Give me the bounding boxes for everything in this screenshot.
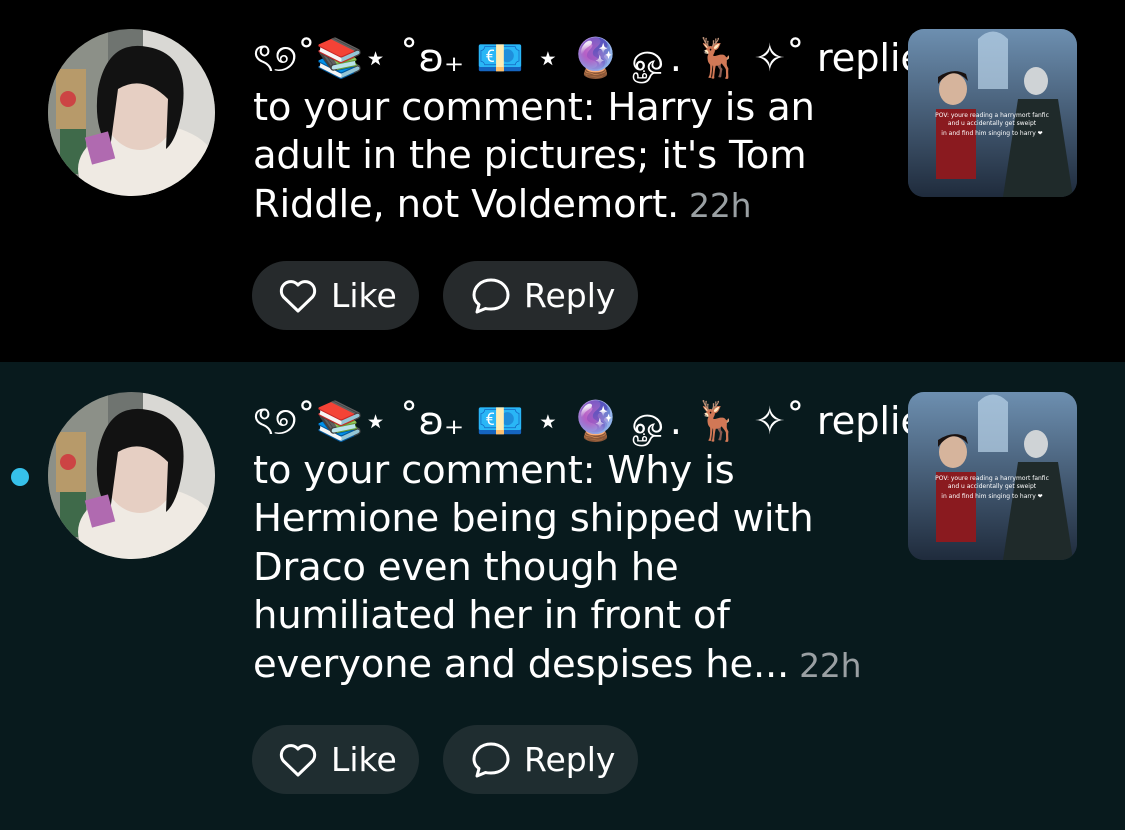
- heart-icon: [275, 737, 321, 783]
- like-button[interactable]: Like: [252, 261, 419, 330]
- reply-label: Reply: [524, 740, 616, 779]
- comment-line-text: Riddle, not Voldemort.: [253, 181, 680, 227]
- timestamp: 22h: [689, 185, 752, 225]
- first-line: ৎ୭˚📚⋆ ˚ʚ₊ 💶 ⋆ 🔮 ௐ. 🦌 ✧˚ replied: [253, 35, 948, 84]
- notification-text: ৎ୭˚📚⋆ ˚ʚ₊ 💶 ⋆ 🔮 ௐ. 🦌 ✧˚ replied to your …: [253, 398, 948, 690]
- comment-line: to your comment: Harry is an: [253, 84, 815, 130]
- comment-line: everyone and despises he... 22h: [253, 641, 873, 690]
- comment-bubble-icon: [468, 737, 514, 783]
- notification-item[interactable]: ৎ୭˚📚⋆ ˚ʚ₊ 💶 ⋆ 🔮 ௐ. 🦌 ✧˚ replied to your …: [0, 362, 1125, 830]
- avatar[interactable]: [48, 29, 215, 196]
- comment-line: Hermione being shipped with: [253, 496, 814, 541]
- unread-indicator: [11, 468, 29, 486]
- reply-button[interactable]: Reply: [443, 261, 638, 330]
- avatar[interactable]: [48, 392, 215, 559]
- comment-line: Riddle, not Voldemort. 22h: [253, 181, 873, 230]
- heart-icon: [275, 273, 321, 319]
- post-thumbnail[interactable]: POV: youre reading a harrymort fanfic an…: [908, 29, 1077, 197]
- first-line: ৎ୭˚📚⋆ ˚ʚ₊ 💶 ⋆ 🔮 ௐ. 🦌 ✧˚ replied: [253, 398, 948, 447]
- like-button[interactable]: Like: [252, 725, 419, 794]
- like-label: Like: [331, 740, 397, 779]
- comment-bubble-icon: [468, 273, 514, 319]
- svg-text:in and find him singing to har: in and find him singing to harry ❤: [941, 130, 1042, 137]
- username[interactable]: ৎ୭˚📚⋆ ˚ʚ₊ 💶 ⋆ 🔮 ௐ. 🦌 ✧˚: [253, 36, 805, 81]
- post-thumbnail[interactable]: POV: youre reading a harrymort fanfic an…: [908, 392, 1077, 560]
- comment-line: adult in the pictures; it's Tom: [253, 133, 807, 178]
- svg-text:POV: youre reading a harrymort: POV: youre reading a harrymort fanfic: [935, 475, 1049, 482]
- reply-label: Reply: [524, 276, 616, 315]
- comment-line: Draco even though he: [253, 544, 679, 590]
- comment-line: humiliated her in front of: [253, 593, 730, 638]
- svg-text:and u accidentally get sweipt: and u accidentally get sweipt: [948, 483, 1037, 490]
- like-label: Like: [331, 276, 397, 315]
- notification-text: ৎ୭˚📚⋆ ˚ʚ₊ 💶 ⋆ 🔮 ௐ. 🦌 ✧˚ replied to your …: [253, 35, 948, 230]
- reply-button[interactable]: Reply: [443, 725, 638, 794]
- notification-item[interactable]: ৎ୭˚📚⋆ ˚ʚ₊ 💶 ⋆ 🔮 ௐ. 🦌 ✧˚ replied to your …: [0, 0, 1125, 362]
- username[interactable]: ৎ୭˚📚⋆ ˚ʚ₊ 💶 ⋆ 🔮 ௐ. 🦌 ✧˚: [253, 399, 805, 444]
- comment-line: to your comment: Why is: [253, 447, 735, 493]
- timestamp: 22h: [799, 645, 862, 685]
- comment-line-text: everyone and despises he...: [253, 641, 790, 687]
- svg-text:POV: youre reading a harrymort: POV: youre reading a harrymort fanfic: [935, 112, 1049, 119]
- svg-text:and u accidentally get sweipt: and u accidentally get sweipt: [948, 120, 1037, 127]
- svg-text:in and find him singing to har: in and find him singing to harry ❤: [941, 493, 1042, 500]
